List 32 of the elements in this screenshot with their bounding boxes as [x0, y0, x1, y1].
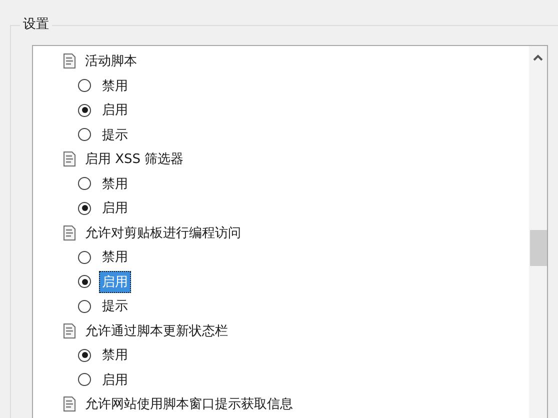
- document-icon: [62, 322, 77, 339]
- radio-button[interactable]: [78, 300, 91, 313]
- option-label[interactable]: 提示: [99, 124, 131, 146]
- document-icon: [62, 151, 77, 168]
- option-label[interactable]: 禁用: [99, 74, 131, 97]
- document-icon: [62, 224, 77, 241]
- option-label[interactable]: 禁用: [99, 344, 131, 366]
- radio-button[interactable]: [78, 373, 91, 386]
- radio-button[interactable]: [78, 275, 91, 288]
- option-label[interactable]: 提示: [99, 295, 131, 318]
- option-label[interactable]: 启用: [99, 99, 131, 122]
- scroll-up-icon[interactable]: [533, 54, 543, 61]
- radio-button[interactable]: [78, 202, 91, 215]
- radio-button[interactable]: [78, 348, 91, 362]
- radio-button[interactable]: [78, 250, 91, 264]
- scrollbar[interactable]: [529, 46, 547, 418]
- option-label[interactable]: 禁用: [99, 172, 131, 195]
- setting-title: 启用 XSS 筛选器: [85, 151, 184, 168]
- scroll-thumb[interactable]: [530, 230, 547, 266]
- setting-title: 活动脚本: [85, 53, 137, 70]
- radio-button[interactable]: [78, 104, 91, 117]
- radio-button[interactable]: [78, 177, 91, 190]
- option-label[interactable]: 禁用: [99, 246, 131, 268]
- setting-title: 允许对剪贴板进行编程访问: [85, 224, 241, 242]
- setting-title: 允许通过脚本更新状态栏: [85, 322, 228, 340]
- document-icon: [62, 53, 77, 70]
- option-label[interactable]: 启用: [99, 368, 131, 391]
- setting-title: 允许网站使用脚本窗口提示获取信息: [85, 396, 293, 414]
- radio-button[interactable]: [78, 128, 91, 142]
- option-label[interactable]: 启用: [99, 197, 131, 220]
- document-icon: [62, 396, 77, 412]
- radio-button[interactable]: [78, 79, 91, 92]
